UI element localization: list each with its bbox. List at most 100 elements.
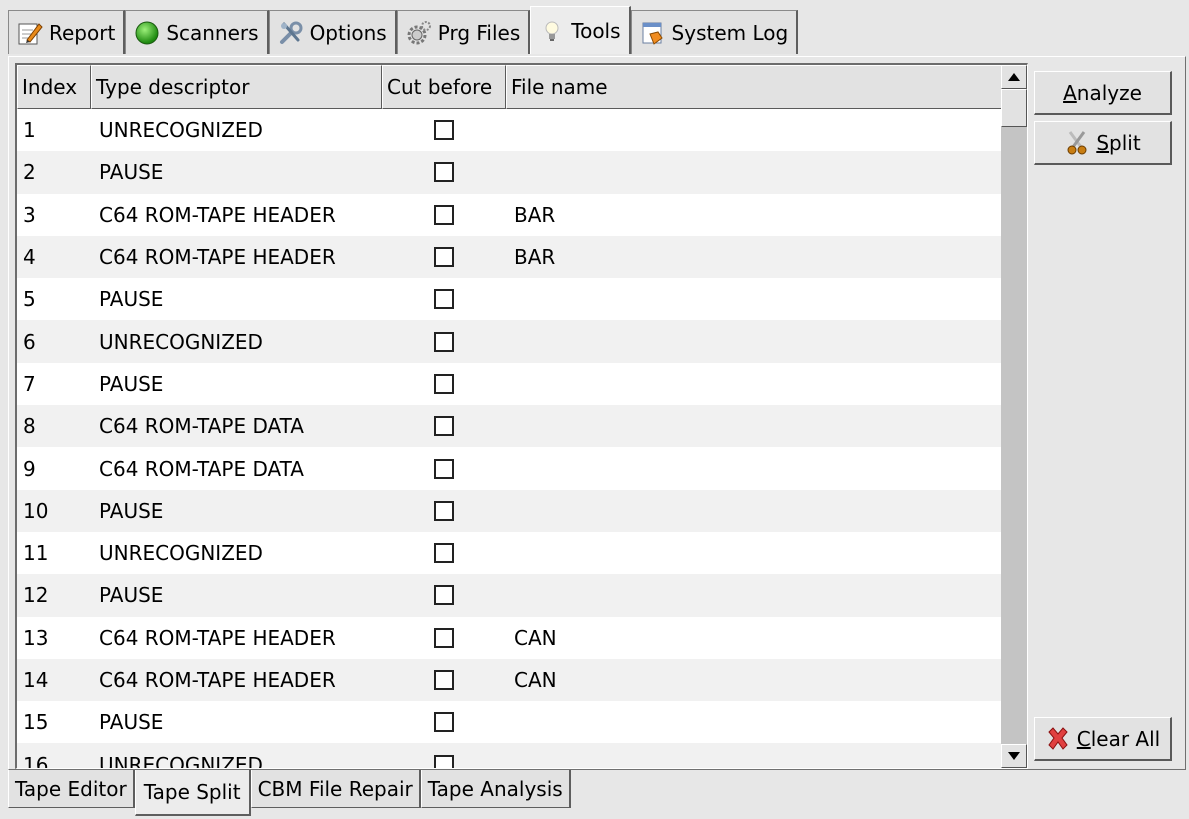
tab-prg-files[interactable]: Prg Files [396,10,531,54]
cut-before-checkbox[interactable] [434,754,454,768]
analyze-label: nalyze [1076,80,1142,105]
gear-icon [406,20,432,46]
cut-before-checkbox[interactable] [434,712,454,733]
clear-all-button[interactable]: Clear All [1034,717,1172,761]
cell-type-descriptor: C64 ROM-TAPE DATA [99,456,304,481]
column-header-cut-before[interactable]: Cut before [382,65,506,109]
cell-cut-before [382,712,506,733]
arrow-down-icon [1008,752,1020,760]
cell-cut-before [382,331,506,352]
bottom-tab-bar: Tape Editor Tape Split CBM File Repair T… [8,770,571,816]
cell-cut-before [382,500,506,521]
cut-before-checkbox[interactable] [434,500,454,521]
cell-cut-before [382,543,506,564]
cut-before-checkbox[interactable] [434,204,454,225]
cell-index: 13 [23,625,49,650]
table-row[interactable]: 15 PAUSE [17,701,1002,743]
arrow-up-icon [1008,73,1020,81]
clear-label: lear All [1090,726,1161,751]
cell-type-descriptor: UNRECOGNIZED [99,541,263,566]
table-row[interactable]: 8 C64 ROM-TAPE DATA [17,405,1002,448]
cell-cut-before [382,585,506,606]
table-row[interactable]: 6 UNRECOGNIZED [17,320,1002,363]
tab-label: Scanners [166,20,259,45]
scroll-down-button[interactable] [1001,744,1027,768]
cell-index: 14 [23,668,49,692]
table-row[interactable]: 5 PAUSE [17,278,1002,320]
cell-type-descriptor: UNRECOGNIZED [99,752,263,769]
table-row[interactable]: 4 C64 ROM-TAPE HEADER BAR [17,235,1002,279]
tab-tools[interactable]: Tools [530,6,631,54]
split-button[interactable]: Split [1034,121,1172,165]
tape-block-table: Index Type descriptor Cut before File na… [15,63,1028,769]
scroll-up-button[interactable] [1001,65,1027,89]
table-row[interactable]: 16 UNRECOGNIZED [17,743,1002,769]
red-x-icon [1045,726,1071,752]
tab-tape-editor[interactable]: Tape Editor [8,770,135,808]
table-row[interactable]: 12 PAUSE [17,574,1002,617]
cut-before-checkbox[interactable] [434,416,454,437]
column-header-index[interactable]: Index [17,65,91,109]
cell-cut-before [382,162,506,183]
scroll-thumb[interactable] [1001,89,1027,127]
cut-before-checkbox[interactable] [434,585,454,606]
cell-index: 10 [23,498,49,523]
cell-cut-before [382,416,506,437]
table-row[interactable]: 9 C64 ROM-TAPE DATA [17,447,1002,489]
cell-index: 2 [23,160,36,185]
tab-options[interactable]: Options [268,10,397,54]
table-row[interactable]: 11 UNRECOGNIZED [17,532,1002,574]
tab-scanners[interactable]: Scanners [125,10,269,54]
table-row[interactable]: 1 UNRECOGNIZED [17,109,1002,151]
cut-before-checkbox[interactable] [434,331,454,352]
cell-cut-before [382,373,506,394]
cut-before-checkbox[interactable] [434,289,454,310]
cell-cut-before [382,754,506,768]
cut-before-checkbox[interactable] [434,120,454,141]
cut-before-checkbox[interactable] [434,670,454,690]
lightbulb-icon [539,18,565,44]
top-tab-bar: Report Scanners Options Prg Files Tools … [8,6,799,58]
pencil-notepad-icon [17,20,43,46]
cut-before-checkbox[interactable] [434,627,454,648]
table-row[interactable]: 14 C64 ROM-TAPE HEADER CAN [17,658,1002,702]
table-header: Index Type descriptor Cut before File na… [17,65,1002,109]
cut-before-checkbox[interactable] [434,458,454,479]
cell-file-name: BAR [514,202,556,227]
cell-index: 4 [23,245,36,270]
cut-before-checkbox[interactable] [434,247,454,268]
cell-type-descriptor: PAUSE [99,287,164,312]
table-row[interactable]: 7 PAUSE [17,363,1002,405]
tab-tape-split[interactable]: Tape Split [134,770,251,816]
cut-before-checkbox[interactable] [434,543,454,564]
tab-cbm-file-repair[interactable]: CBM File Repair [250,770,421,808]
table-row[interactable]: 10 PAUSE [17,489,1002,532]
cell-cut-before [382,204,506,225]
cell-index: 8 [23,414,36,439]
tab-report[interactable]: Report [8,10,126,54]
cell-type-descriptor: UNRECOGNIZED [99,118,263,143]
column-header-file-name[interactable]: File name [506,65,1002,109]
cell-index: 3 [23,202,36,227]
cell-type-descriptor: PAUSE [99,583,164,608]
table-row[interactable]: 13 C64 ROM-TAPE HEADER CAN [17,617,1002,659]
tab-system-log[interactable]: System Log [630,10,799,54]
tab-label: Prg Files [437,20,521,45]
cell-type-descriptor: C64 ROM-TAPE DATA [99,414,304,439]
vertical-scrollbar[interactable] [1001,65,1027,768]
cell-type-descriptor: PAUSE [99,371,164,396]
table-row[interactable]: 3 C64 ROM-TAPE HEADER BAR [17,194,1002,236]
clear-mnemonic: C [1076,726,1091,751]
cut-before-checkbox[interactable] [434,162,454,183]
column-header-type-descriptor[interactable]: Type descriptor [91,65,382,109]
table-row[interactable]: 2 PAUSE [17,151,1002,194]
cell-type-descriptor: C64 ROM-TAPE HEADER [99,668,336,692]
cut-before-checkbox[interactable] [434,373,454,394]
cell-index: 15 [23,710,49,735]
green-circle-icon [134,20,160,46]
cell-index: 9 [23,456,36,481]
tab-tape-analysis[interactable]: Tape Analysis [420,770,571,808]
cell-type-descriptor: PAUSE [99,710,164,735]
analyze-button[interactable]: Analyze [1034,71,1172,115]
split-mnemonic: S [1096,130,1110,155]
